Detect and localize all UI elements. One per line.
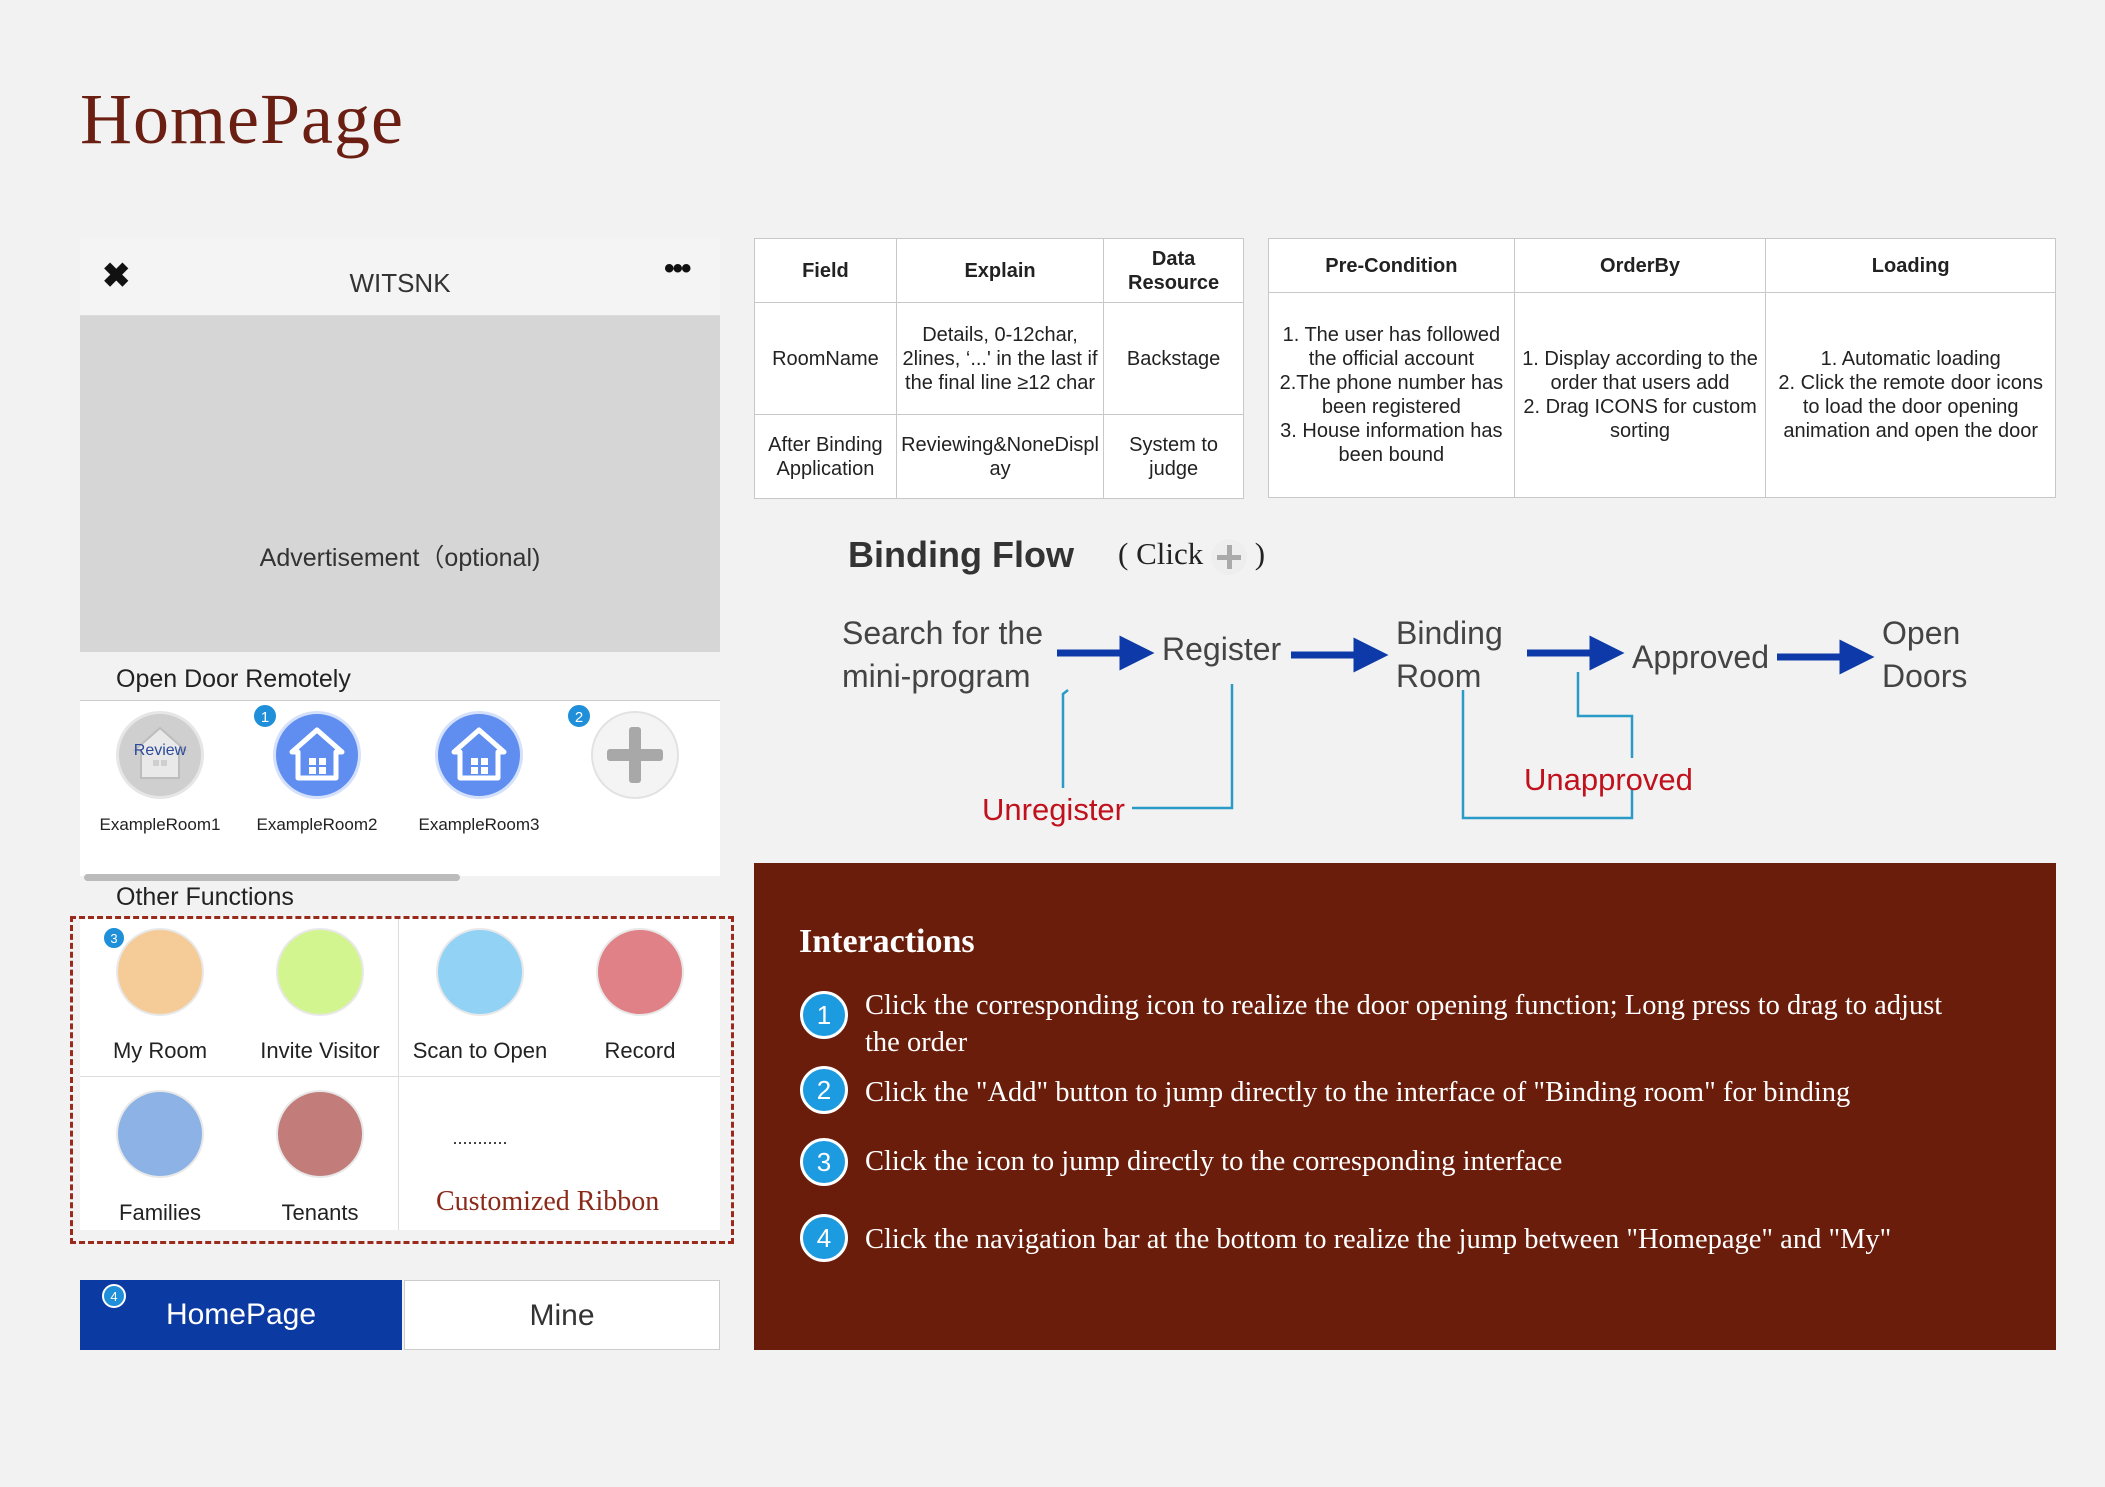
interaction-number: 1 bbox=[800, 991, 848, 1039]
unapproved-branch-line bbox=[1461, 690, 1634, 820]
unapproved-branch-line bbox=[1576, 672, 1634, 758]
unregister-branch-line bbox=[1061, 689, 1069, 788]
interaction-number: 3 bbox=[800, 1138, 848, 1186]
interaction-text: Click the "Add" button to jump directly … bbox=[865, 1077, 1851, 1108]
flow-branch-unapproved: Unapproved bbox=[1524, 762, 1693, 797]
interaction-text: Click the icon to jump directly to the c… bbox=[865, 1146, 1563, 1177]
interaction-number: 4 bbox=[800, 1214, 848, 1262]
unregister-branch-line bbox=[1132, 684, 1234, 810]
flow-branch-unregister: Unregister bbox=[982, 792, 1125, 827]
interaction-text: Click the navigation bar at the bottom t… bbox=[865, 1224, 1892, 1255]
interactions-title: Interactions bbox=[799, 923, 975, 960]
interaction-text: Click the corresponding icon to realize … bbox=[865, 990, 1943, 1059]
interactions-panel: Interactions 1 Click the corresponding i… bbox=[754, 863, 2056, 1350]
interaction-number: 2 bbox=[800, 1066, 848, 1114]
